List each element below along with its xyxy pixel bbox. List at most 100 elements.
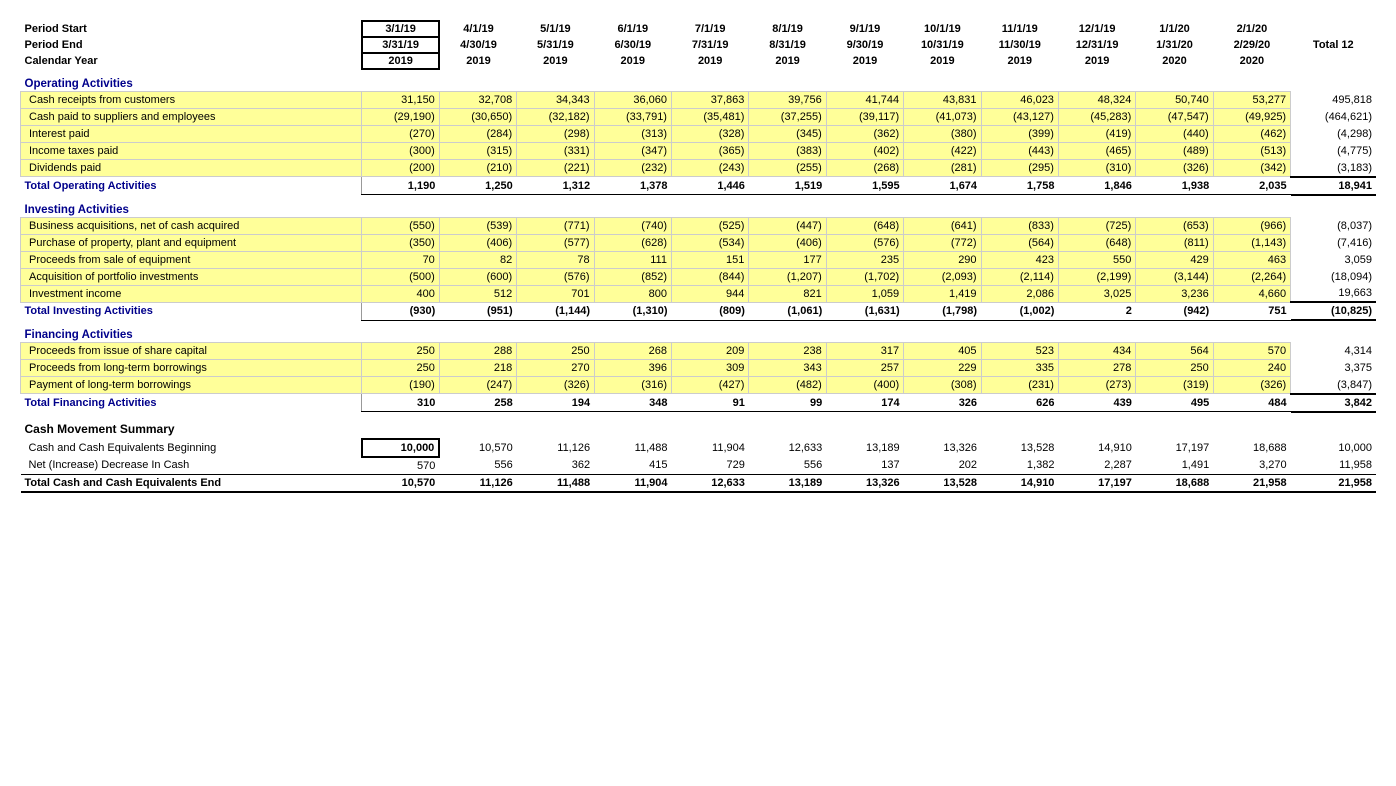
- end-1: 11,126: [439, 474, 516, 492]
- cell-9: (725): [1058, 217, 1135, 234]
- total-cell-2: 194: [517, 394, 594, 412]
- section-total-row: Total Investing Activities(930)(951)(1,1…: [21, 302, 1377, 320]
- period-start-3: 6/1/19: [594, 21, 671, 37]
- cell-3: (316): [594, 377, 671, 394]
- cell-1: 288: [439, 343, 516, 360]
- row-total: 3,375: [1291, 360, 1376, 377]
- total-cell-6: 174: [826, 394, 903, 412]
- cell-10: (319): [1136, 377, 1213, 394]
- net-10: 1,491: [1136, 457, 1213, 475]
- cell-6: 1,059: [826, 285, 903, 302]
- cell-10: (440): [1136, 126, 1213, 143]
- section-total-label: Total Operating Activities: [21, 177, 362, 195]
- calendar-year-8: 2019: [981, 53, 1058, 69]
- cell-10: 250: [1136, 360, 1213, 377]
- cell-10: 50,740: [1136, 92, 1213, 109]
- net-1: 556: [439, 457, 516, 475]
- cell-7: 43,831: [904, 92, 981, 109]
- total-cell-5: 99: [749, 394, 826, 412]
- row-total: (7,416): [1291, 234, 1376, 251]
- net-0: 570: [362, 457, 439, 475]
- cell-11: 53,277: [1213, 92, 1290, 109]
- cell-5: (345): [749, 126, 826, 143]
- cell-6: (268): [826, 160, 903, 177]
- total-cell-0: 1,190: [362, 177, 439, 195]
- net-cash-label: Net (Increase) Decrease In Cash: [21, 457, 362, 475]
- total-cell-3: 348: [594, 394, 671, 412]
- cell-3: 111: [594, 251, 671, 268]
- total-cell-6: 1,595: [826, 177, 903, 195]
- net-9: 2,287: [1058, 457, 1135, 475]
- calendar-year-2: 2019: [517, 53, 594, 69]
- cell-10: (3,144): [1136, 268, 1213, 285]
- total-cell-6: (1,631): [826, 302, 903, 320]
- beginning-cash-row: Cash and Cash Equivalents Beginning10,00…: [21, 439, 1377, 457]
- cell-5: (482): [749, 377, 826, 394]
- cell-4: (328): [671, 126, 748, 143]
- end-7: 13,528: [904, 474, 981, 492]
- cell-10: (489): [1136, 143, 1213, 160]
- end-3: 11,904: [594, 474, 671, 492]
- period-end-0: 3/31/19: [362, 37, 439, 53]
- net-7: 202: [904, 457, 981, 475]
- total-cell-5: (1,061): [749, 302, 826, 320]
- cell-7: (281): [904, 160, 981, 177]
- period-end-8: 11/30/19: [981, 37, 1058, 53]
- table-row: Proceeds from long-term borrowings250218…: [21, 360, 1377, 377]
- cell-0: (550): [362, 217, 439, 234]
- cell-4: 944: [671, 285, 748, 302]
- cell-8: (833): [981, 217, 1058, 234]
- cell-11: (966): [1213, 217, 1290, 234]
- calendar-year-0: 2019: [362, 53, 439, 69]
- cell-6: (402): [826, 143, 903, 160]
- cell-8: (295): [981, 160, 1058, 177]
- net-2: 362: [517, 457, 594, 475]
- period-start-4: 7/1/19: [671, 21, 748, 37]
- cell-1: 512: [439, 285, 516, 302]
- end-2: 11,488: [517, 474, 594, 492]
- total-cell-8: 626: [981, 394, 1058, 412]
- row-total: 3,059: [1291, 251, 1376, 268]
- total-cell-2: 1,312: [517, 177, 594, 195]
- beginning-4: 11,904: [671, 439, 748, 457]
- cell-4: (525): [671, 217, 748, 234]
- cell-10: 429: [1136, 251, 1213, 268]
- total-cell-7: 1,674: [904, 177, 981, 195]
- total-cell-1: 258: [439, 394, 516, 412]
- table-row: Purchase of property, plant and equipmen…: [21, 234, 1377, 251]
- cell-1: (284): [439, 126, 516, 143]
- cell-3: 268: [594, 343, 671, 360]
- cell-3: 36,060: [594, 92, 671, 109]
- cell-5: (255): [749, 160, 826, 177]
- cell-4: (35,481): [671, 109, 748, 126]
- table-row: Proceeds from issue of share capital2502…: [21, 343, 1377, 360]
- cell-5: 821: [749, 285, 826, 302]
- total-cell-9: 2: [1058, 302, 1135, 320]
- cell-8: 523: [981, 343, 1058, 360]
- cell-11: 4,660: [1213, 285, 1290, 302]
- period-end-5: 8/31/19: [749, 37, 826, 53]
- cell-0: (350): [362, 234, 439, 251]
- period-start-11: 2/1/20: [1213, 21, 1290, 37]
- section-total-row: Total Financing Activities31025819434891…: [21, 394, 1377, 412]
- section-total-label: Total Investing Activities: [21, 302, 362, 320]
- row-total: 495,818: [1291, 92, 1376, 109]
- cell-4: 309: [671, 360, 748, 377]
- period-end-10: 1/31/20: [1136, 37, 1213, 53]
- cell-6: 257: [826, 360, 903, 377]
- section-total-label: Total Financing Activities: [21, 394, 362, 412]
- row-total: 4,314: [1291, 343, 1376, 360]
- cell-0: (270): [362, 126, 439, 143]
- cell-2: 78: [517, 251, 594, 268]
- period-end-2: 5/31/19: [517, 37, 594, 53]
- calendar-year-7: 2019: [904, 53, 981, 69]
- row-total: (18,094): [1291, 268, 1376, 285]
- beginning-6: 13,189: [826, 439, 903, 457]
- financing-activities-header: Financing Activities: [21, 325, 1377, 343]
- total-cell-8: 1,758: [981, 177, 1058, 195]
- cell-11: (513): [1213, 143, 1290, 160]
- cell-1: (210): [439, 160, 516, 177]
- cell-9: 550: [1058, 251, 1135, 268]
- end-total: 21,958: [1291, 474, 1376, 492]
- total-cell-1: 1,250: [439, 177, 516, 195]
